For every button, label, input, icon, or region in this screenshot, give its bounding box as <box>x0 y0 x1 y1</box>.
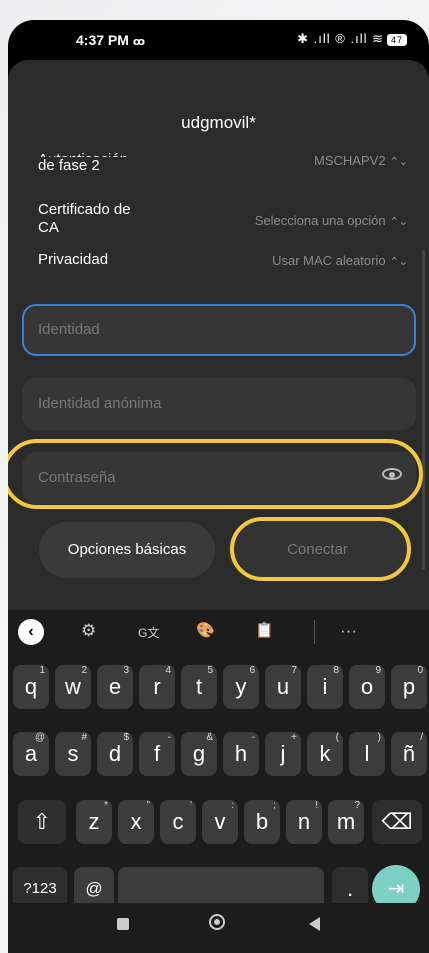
privacy-label: Privacidad <box>38 251 109 268</box>
key-h[interactable]: h- <box>223 732 259 776</box>
ca-cert-row[interactable]: Certificado de CA Selecciona una opción ⌃⌄ <box>38 201 408 241</box>
more-icon[interactable]: ··· <box>340 621 357 641</box>
key-hint: # <box>81 732 87 743</box>
dialog-title: udgmovil* <box>181 113 256 132</box>
basic-options-button[interactable]: Opciones básicas <box>39 522 215 578</box>
phase2-value[interactable]: MSCHAPV2 ⌃⌄ <box>314 153 408 168</box>
privacy-value[interactable]: Usar MAC aleatorio ⌃⌄ <box>272 253 408 268</box>
key-t[interactable]: t5 <box>181 665 217 709</box>
key-hint: ( <box>335 732 339 743</box>
key-e[interactable]: e3 <box>97 665 133 709</box>
key-s[interactable]: s # <box>55 732 91 776</box>
toolbar-divider <box>314 620 315 644</box>
key-f[interactable]: f- <box>139 732 175 776</box>
key-hint: - <box>167 732 171 743</box>
key-hint: 3 <box>123 665 129 676</box>
ca-cert-value[interactable]: Selecciona una opción ⌃⌄ <box>255 213 408 228</box>
key-j[interactable]: j + <box>265 732 301 776</box>
back-nav-icon[interactable] <box>309 917 320 931</box>
key-hint: 7 <box>291 665 297 676</box>
key-hint: $ <box>123 732 129 743</box>
chevron-updown-icon: ⌃⌄ <box>389 256 408 268</box>
key-n[interactable]: n! <box>286 800 322 844</box>
key-ñ[interactable]: ñ / <box>391 732 427 776</box>
key-hint: : <box>231 800 234 811</box>
key-p[interactable]: p0 <box>391 665 427 709</box>
backspace-key[interactable]: ⌫ <box>372 800 422 844</box>
status-bar: 4:37 PM ꝏ ✱ .ıll ® .ıll ≋ 47 <box>8 20 429 60</box>
scrollbar[interactable] <box>422 250 425 570</box>
key-k[interactable]: k( <box>307 732 343 776</box>
wifi-config-dialog: udgmovil* Autenticación de fase 2 MSCHAP… <box>8 60 429 630</box>
key-hint: ! <box>315 800 318 811</box>
key-r[interactable]: r4 <box>139 665 175 709</box>
key-d[interactable]: d $ <box>97 732 133 776</box>
key-hint: ' <box>190 800 192 811</box>
key-hint: 0 <box>417 665 423 676</box>
soft-keyboard: ‹ ⚙ G文 🎨 📋 ··· q 1 w 2 e 3 r 4 t 5 y 6 u 7 i 8 o 9 p 0 a @ s # d… <box>8 610 429 953</box>
translate-icon[interactable]: G文 <box>138 624 159 641</box>
anonymous-identity-field[interactable]: Identidad anónima <box>22 378 416 430</box>
chevron-updown-icon: ⌃⌄ <box>389 216 408 228</box>
password-placeholder: Contraseña <box>38 469 116 486</box>
eye-icon[interactable] <box>382 468 402 480</box>
key-hint: ? <box>354 800 360 811</box>
key-hint: + <box>291 732 297 743</box>
battery-icon: 47 <box>386 33 407 46</box>
key-hint: 5 <box>207 665 213 676</box>
key-q[interactable]: q1 <box>13 665 49 709</box>
key-v[interactable]: v: <box>202 800 238 844</box>
keyboard-toolbar: ‹ ⚙ G文 🎨 📋 ··· <box>8 610 429 656</box>
key-x[interactable]: x " <box>118 800 154 844</box>
status-time: 4:37 PM ꝏ <box>76 32 145 48</box>
key-a[interactable]: a @ <box>13 732 49 776</box>
key-y[interactable]: y6 <box>223 665 259 709</box>
key-l[interactable]: l) <box>349 732 385 776</box>
phase2-row[interactable]: MSCHAPV2 ⌃⌄ <box>38 151 408 187</box>
key-hint: ; <box>273 800 276 811</box>
key-hint: ) <box>377 732 381 743</box>
key-b[interactable]: b; <box>244 800 280 844</box>
key-hint: 9 <box>375 665 381 676</box>
ca-cert-label: Certificado de CA <box>38 201 131 236</box>
identity-field[interactable]: Identidad <box>22 304 416 356</box>
key-hint: * <box>104 800 108 811</box>
key-hint: 6 <box>249 665 255 676</box>
key-hint: 4 <box>165 665 171 676</box>
status-icons: ✱ .ıll ® .ıll ≋ 47 <box>297 31 407 47</box>
key-hint: & <box>206 732 213 743</box>
gear-icon[interactable]: ⚙ <box>81 621 96 641</box>
key-hint: / <box>420 732 423 743</box>
key-z[interactable]: z * <box>76 800 112 844</box>
shift-key[interactable]: ⇧ <box>18 800 66 844</box>
key-hint: 1 <box>39 665 45 676</box>
key-hint: @ <box>34 732 45 743</box>
key-c[interactable]: c ' <box>160 800 196 844</box>
key-w[interactable]: w2 <box>55 665 91 709</box>
phone-screen: 4:37 PM ꝏ ✱ .ıll ® .ıll ≋47 udgmovil* Au… <box>8 20 429 953</box>
privacy-row[interactable]: Privacidad Usar MAC aleatorio ⌃⌄ <box>38 251 408 273</box>
key-hint: " <box>146 800 150 811</box>
navigation-bar <box>8 903 429 953</box>
key-i[interactable]: i8 <box>307 665 343 709</box>
palette-icon[interactable]: 🎨 <box>196 621 215 639</box>
password-field[interactable]: Contraseña <box>22 452 416 504</box>
key-u[interactable]: u7 <box>265 665 301 709</box>
back-icon[interactable]: ‹ <box>18 619 44 645</box>
key-hint: 8 <box>333 665 339 676</box>
key-hint: - <box>251 732 255 743</box>
recent-apps-icon[interactable] <box>117 918 129 930</box>
clipboard-icon[interactable]: 📋 <box>255 621 274 639</box>
key-g[interactable]: g & <box>181 732 217 776</box>
key-o[interactable]: o9 <box>349 665 385 709</box>
key-hint: 2 <box>81 665 87 676</box>
home-icon[interactable] <box>209 914 225 930</box>
key-m[interactable]: m? <box>328 800 364 844</box>
connect-button[interactable]: Conectar <box>228 522 407 578</box>
chevron-updown-icon: ⌃⌄ <box>389 156 408 168</box>
